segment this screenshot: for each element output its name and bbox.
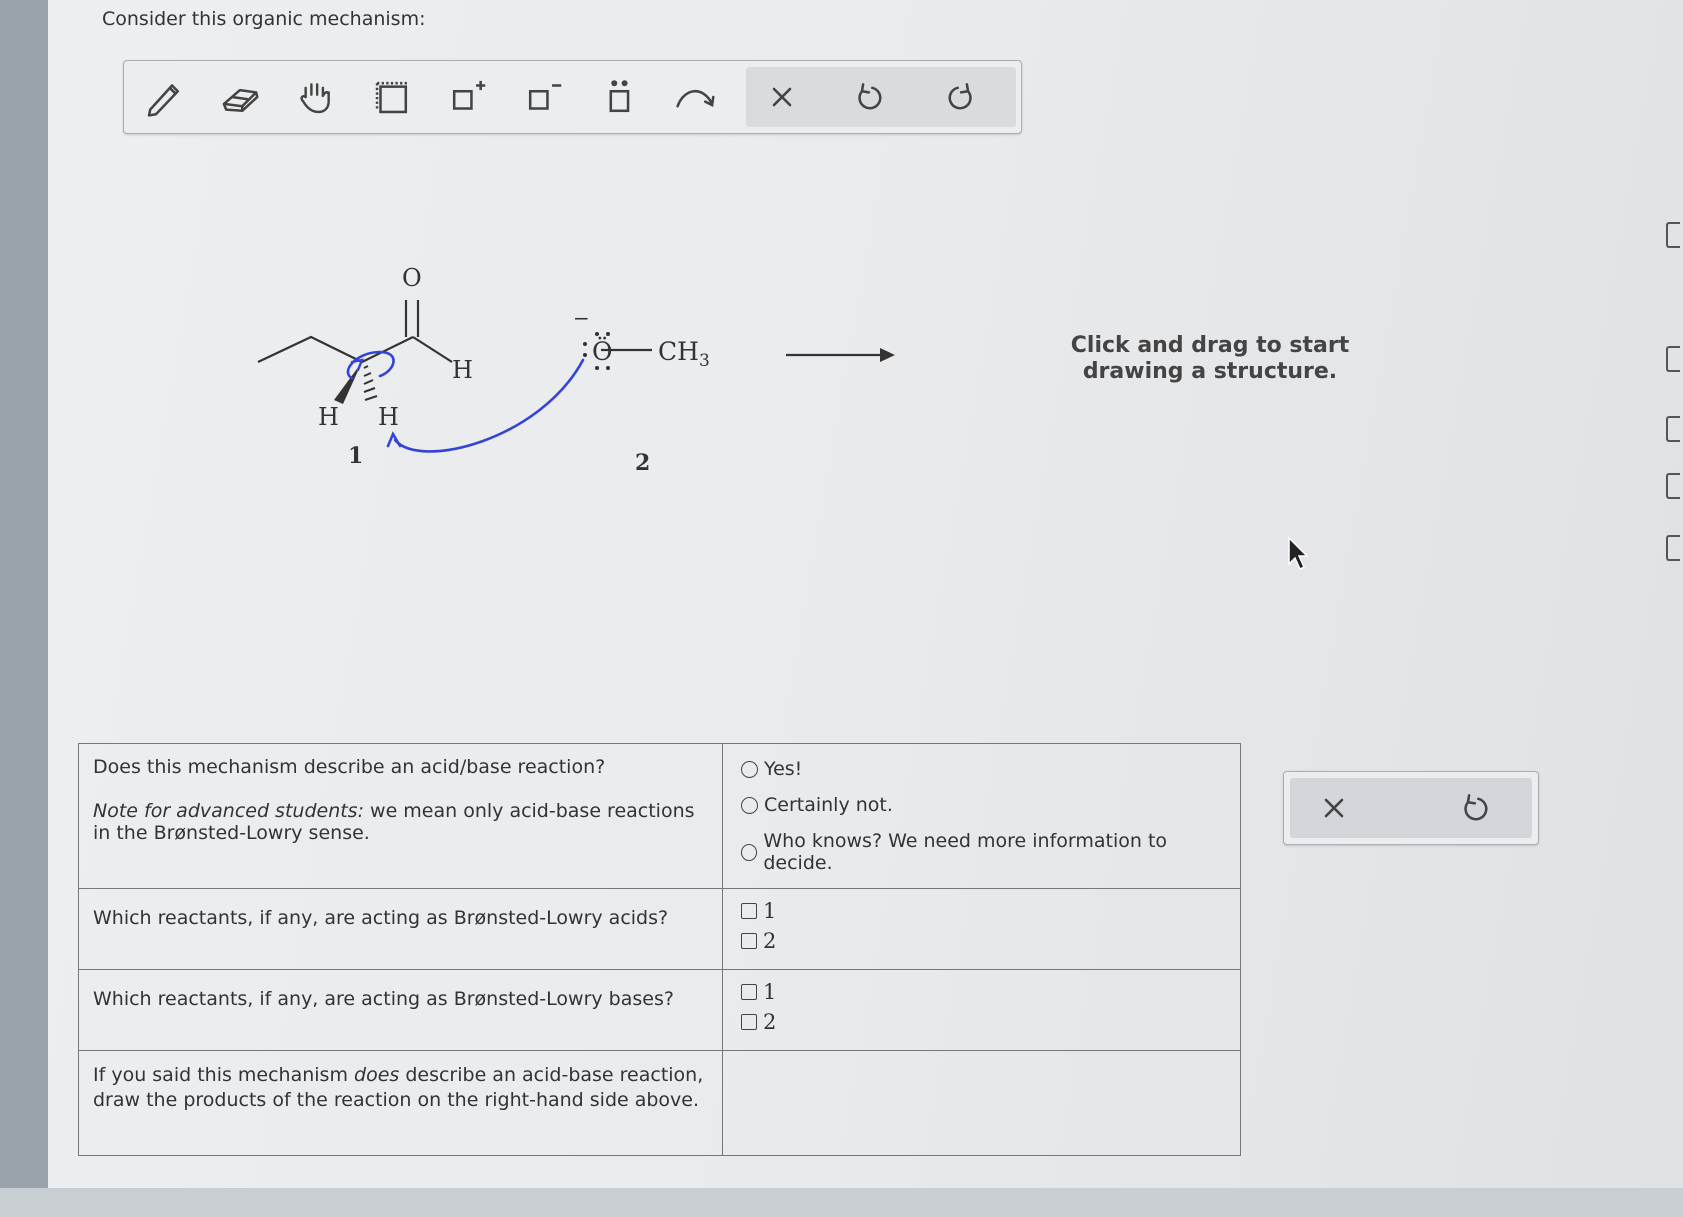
answer-cell: Yes! Certainly not. Who knows? We need m…	[722, 743, 1241, 889]
radio-button[interactable]	[741, 796, 758, 814]
mouse-cursor-icon	[1288, 536, 1309, 571]
undo-icon[interactable]	[1446, 782, 1506, 834]
advanced-note: Note for advanced students: we mean only…	[93, 800, 708, 844]
option-who-knows[interactable]: Who knows? We need more information to d…	[741, 830, 1222, 874]
carbon-chain-bond	[257, 335, 414, 364]
methoxide-oxygen: Ö	[592, 337, 613, 366]
reaction-arrowhead	[880, 348, 895, 362]
acid-option-1[interactable]: 1	[741, 899, 1222, 923]
checkbox[interactable]	[741, 1014, 757, 1030]
radio-button[interactable]	[741, 843, 758, 861]
clear-icon[interactable]	[1304, 782, 1364, 834]
methyl-subscript: 3	[698, 351, 710, 371]
hint-line-1: Click and drag to start	[1070, 333, 1350, 358]
checkbox[interactable]	[741, 903, 757, 919]
base-option-2[interactable]: 2	[741, 1010, 1222, 1034]
note-label: Note for advanced students:	[93, 800, 364, 822]
question-acid-base: Does this mechanism describe an acid/bas…	[93, 756, 606, 778]
answer-cell-empty	[722, 1050, 1241, 1156]
negative-charge: −	[573, 306, 590, 330]
option-label: 2	[763, 929, 777, 953]
reactant-label-2: 2	[635, 450, 651, 476]
electron-arrow-1	[393, 358, 585, 453]
reactant-label-1: 1	[348, 443, 364, 469]
radio-button[interactable]	[741, 760, 758, 778]
table-row: Does this mechanism describe an acid/bas…	[78, 743, 1241, 889]
question-cell: Which reactants, if any, are acting as B…	[78, 969, 723, 1051]
edge-control[interactable]	[1666, 473, 1680, 499]
aldehyde-h-bond	[412, 336, 453, 363]
instruction-emphasis: does	[354, 1064, 400, 1086]
option-label: 1	[763, 899, 777, 923]
drawing-hint: Click and drag to start drawing a struct…	[1040, 333, 1380, 385]
edge-control[interactable]	[1666, 222, 1680, 248]
hint-line-2: drawing a structure.	[1082, 359, 1338, 384]
atom-o: O	[402, 264, 422, 292]
electron-arrow-2-head	[350, 358, 364, 372]
checkbox[interactable]	[741, 984, 757, 1000]
option-label: Yes!	[764, 758, 803, 780]
atom-h-hash: H	[378, 403, 399, 431]
table-row: If you said this mechanism does describe…	[78, 1050, 1241, 1156]
answer-cell: 1 2	[722, 888, 1241, 970]
hash-bond	[363, 365, 378, 401]
edge-control[interactable]	[1666, 535, 1680, 561]
edge-control[interactable]	[1666, 346, 1680, 372]
carbonyl-double-bond	[404, 300, 420, 337]
table-row: Which reactants, if any, are acting as B…	[78, 888, 1241, 970]
question-table: Does this mechanism describe an acid/bas…	[78, 743, 1241, 1156]
option-label: 2	[763, 1010, 777, 1034]
side-toolbar	[1283, 771, 1539, 845]
question-cell: Which reactants, if any, are acting as B…	[78, 888, 723, 970]
option-certainly-not[interactable]: Certainly not.	[741, 794, 1222, 816]
mechanism-canvas[interactable]	[0, 0, 1683, 700]
base-option-1[interactable]: 1	[741, 980, 1222, 1004]
methyl-group: CH3	[658, 337, 710, 371]
bottom-strip	[0, 1188, 1683, 1217]
atom-h-aldehyde: H	[452, 356, 473, 384]
methyl-group-text: CH	[658, 337, 699, 366]
question-cell: Does this mechanism describe an acid/bas…	[78, 743, 723, 889]
instruction-text: If you said this mechanism	[93, 1064, 355, 1086]
edge-control[interactable]	[1666, 416, 1680, 442]
answer-cell: 1 2	[722, 969, 1241, 1051]
acid-option-2[interactable]: 2	[741, 929, 1222, 953]
option-label: Certainly not.	[764, 794, 893, 816]
option-label: 1	[763, 980, 777, 1004]
checkbox[interactable]	[741, 933, 757, 949]
table-row: Which reactants, if any, are acting as B…	[78, 969, 1241, 1051]
option-label: Who knows? We need more information to d…	[763, 830, 1168, 874]
atom-h-wedge: H	[318, 403, 339, 431]
option-yes[interactable]: Yes!	[741, 758, 1222, 780]
question-cell: If you said this mechanism does describe…	[78, 1050, 723, 1156]
